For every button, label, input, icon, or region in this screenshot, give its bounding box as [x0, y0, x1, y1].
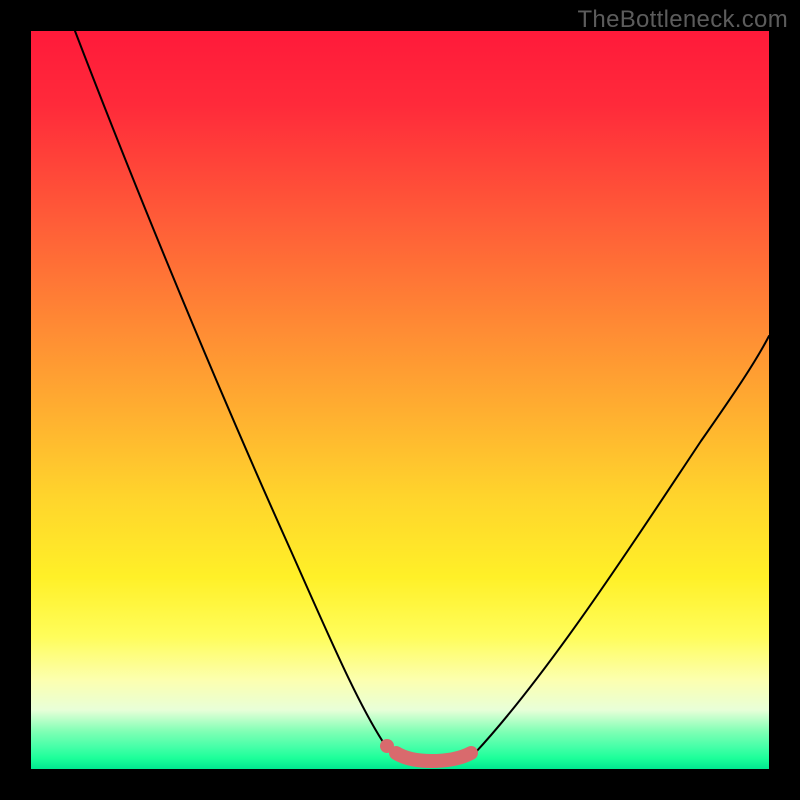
plot-area [31, 31, 769, 769]
bottleneck-curve-right [475, 336, 769, 753]
outer-frame: TheBottleneck.com [0, 0, 800, 800]
curve-layer [31, 31, 769, 769]
bottleneck-curve-left [75, 31, 389, 751]
watermark-text: TheBottleneck.com [577, 6, 788, 34]
optimal-zone [396, 753, 471, 761]
optimal-dot [380, 739, 394, 753]
